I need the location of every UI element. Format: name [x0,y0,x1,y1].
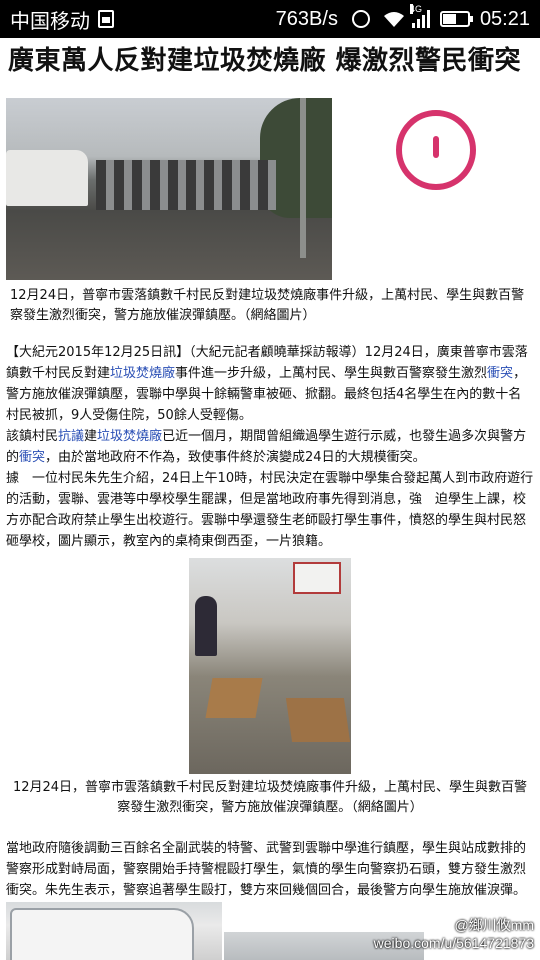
article-paragraph: 該鎮村民抗議建垃圾焚燒廠已近一個月，期間曾組織過學生遊行示威，也發生過多次與警方… [6,429,527,465]
signal-icon: 4G [409,4,430,28]
keyword-link[interactable]: 衝突 [487,366,513,381]
watermark-handle: @鄉川攸mm [454,917,534,933]
keyword-link[interactable]: 衝突 [19,450,45,465]
keyword-link[interactable]: 垃圾焚燒廠 [110,366,175,381]
article-photo-clash[interactable] [6,98,332,280]
clock: 05:21 [479,7,530,30]
video-play-button[interactable] [396,110,476,190]
keyword-link[interactable]: 垃圾焚燒廠 [97,429,162,444]
network-speed: 763B/s [275,7,338,30]
keyword-link[interactable]: 抗議 [58,429,84,444]
watermark-url: weibo.com/u/5614721873 [373,935,534,951]
photo-caption: 12月24日，普寧市雲落鎮數千村民反對建垃圾焚燒廠事件升級，上萬村民、學生與數百… [12,780,528,815]
carrier-name: 中国移动 [10,10,90,33]
weibo-watermark: @鄉川攸mm weibo.com/u/5614721873 [374,916,534,952]
status-bar: 中国移动 763B/s 4G 05:21 [0,0,540,38]
article-paragraph: 據 一位村民朱先生介紹，24日上午10時，村民決定在雲聯中學集合發起萬人到市政府… [6,471,534,549]
photo-caption: 12月24日，普寧市雲落鎮數千村民反對建垃圾焚燒廠事件升級，上萬村民、學生與數百… [10,288,525,323]
sim-icon [98,10,114,28]
article-paragraph: 【大紀元2015年12月25日訊】（大紀元記者顧曉華採訪報導）12月24日，廣東… [6,345,528,423]
battery-icon [439,11,473,27]
article-headline: 廣東萬人反對建垃圾焚燒廠 爆激烈警民衝突 [8,46,522,76]
article-photo-classroom[interactable] [189,558,351,774]
network-type: 4G [409,4,422,14]
article-paragraph: 當地政府隨後調動三百餘名全副武裝的特警、武警到雲聯中學進行鎮壓，學生與站成數排的… [6,841,527,898]
alarm-icon [351,10,370,28]
article-photo-van[interactable] [6,902,222,960]
weibo-icon [430,919,451,934]
wifi-icon [383,12,404,27]
